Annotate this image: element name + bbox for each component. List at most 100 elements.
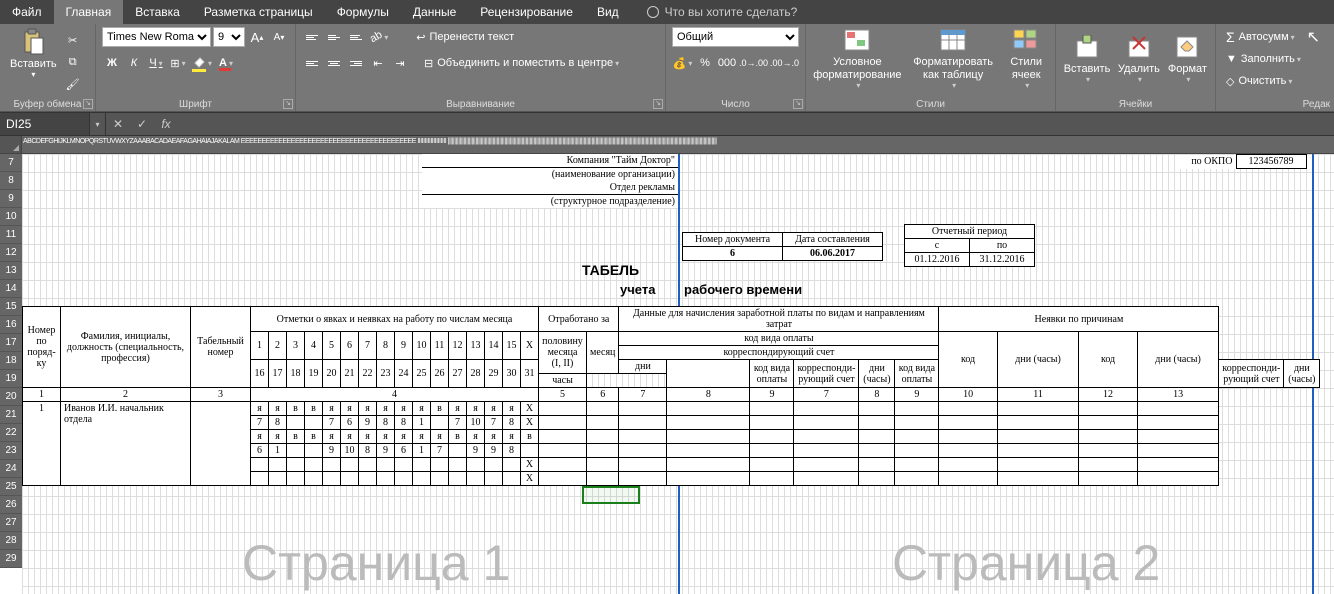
clipboard-dialog-launcher[interactable]: ↘ <box>83 99 93 109</box>
menu-tab-data[interactable]: Данные <box>401 0 468 24</box>
bold-button[interactable]: Ж <box>102 53 122 73</box>
worksheet[interactable]: 7891011121314151617181920212223242526272… <box>0 154 1334 594</box>
fill-color-button[interactable] <box>190 53 214 73</box>
fx-button[interactable]: fx <box>154 113 178 135</box>
increase-indent-button[interactable]: ⇥ <box>390 53 410 73</box>
row-header[interactable]: 7 <box>0 154 22 172</box>
decrease-decimal-button[interactable]: .00→.0 <box>770 53 799 73</box>
row-header[interactable]: 20 <box>0 388 22 406</box>
row-header[interactable]: 25 <box>0 478 22 496</box>
font-color-button[interactable]: A <box>216 53 236 73</box>
align-top-button[interactable] <box>302 27 322 47</box>
row-header[interactable]: 23 <box>0 442 22 460</box>
cell-styles-button[interactable]: Стили ячеек <box>1003 24 1049 91</box>
row-header[interactable]: 17 <box>0 334 22 352</box>
table-cell: 1 <box>413 416 431 430</box>
format-cells-button[interactable]: Формат <box>1166 31 1209 86</box>
enter-formula-button[interactable]: ✓ <box>130 113 154 135</box>
table-cell <box>667 402 750 416</box>
row-header[interactable]: 22 <box>0 424 22 442</box>
format-painter-button[interactable]: 🖌 <box>63 74 83 94</box>
row-header[interactable]: 15 <box>0 298 22 316</box>
formula-input[interactable] <box>178 113 1334 135</box>
tell-me-search[interactable]: Что вы хотите сделать? <box>631 0 798 24</box>
conditional-formatting-button[interactable]: Условное форматирование <box>812 24 903 91</box>
row-header[interactable]: 24 <box>0 460 22 478</box>
cut-button[interactable]: ✂ <box>63 30 83 50</box>
font-dialog-launcher[interactable]: ↘ <box>283 99 293 109</box>
table-cell <box>449 444 467 458</box>
font-name-select[interactable]: Times New Roma <box>102 27 211 47</box>
row-header[interactable]: 21 <box>0 406 22 424</box>
row-header[interactable]: 27 <box>0 514 22 532</box>
paste-button[interactable]: Вставить ▾ <box>6 26 61 81</box>
menu-tab-formulas[interactable]: Формулы <box>325 0 401 24</box>
row-header[interactable]: 16 <box>0 316 22 334</box>
orientation-icon: ab <box>368 29 385 46</box>
table-cell <box>359 472 377 486</box>
name-box-dropdown[interactable]: ▾ <box>90 113 106 135</box>
decrease-indent-button[interactable]: ⇤ <box>368 53 388 73</box>
insert-cells-icon <box>1073 33 1101 61</box>
row-header[interactable]: 26 <box>0 496 22 514</box>
autosum-button[interactable]: ΣАвтосумм <box>1222 27 1299 47</box>
menu-tab-layout[interactable]: Разметка страницы <box>192 0 325 24</box>
wrap-text-button[interactable]: ↩ Перенести текст <box>410 27 520 47</box>
orientation-button[interactable]: ab <box>368 27 390 47</box>
table-cell: 8 <box>859 388 895 402</box>
period-from-header: с <box>905 239 970 253</box>
row-header[interactable]: 29 <box>0 550 22 568</box>
row-header[interactable]: 11 <box>0 226 22 244</box>
borders-button[interactable]: ⊞ <box>168 53 188 73</box>
italic-button[interactable]: К <box>124 53 144 73</box>
font-size-select[interactable]: 9 <box>213 27 245 47</box>
number-format-select[interactable]: Общий <box>672 27 799 47</box>
table-cell <box>305 444 323 458</box>
row-header[interactable]: 13 <box>0 262 22 280</box>
align-right-button[interactable] <box>346 53 366 73</box>
increase-font-button[interactable]: A▴ <box>247 27 267 47</box>
percent-button[interactable]: % <box>695 53 715 73</box>
alignment-dialog-launcher[interactable]: ↘ <box>653 99 663 109</box>
name-box[interactable]: DI25 <box>0 113 90 135</box>
row-header[interactable]: 10 <box>0 208 22 226</box>
copy-button[interactable]: ⧉ <box>63 52 83 72</box>
delete-cells-button[interactable]: Удалить <box>1116 31 1162 86</box>
cancel-formula-button[interactable]: ✕ <box>106 113 130 135</box>
table-cell <box>539 458 587 472</box>
column-headers[interactable]: ABCDEFGHIJKLMNOPQRSTUVWXYZAAABACADAEAFAG… <box>0 136 1334 154</box>
insert-cells-button[interactable]: Вставить <box>1062 31 1112 86</box>
underline-button[interactable]: Ч <box>146 53 166 73</box>
row-header[interactable]: 19 <box>0 370 22 388</box>
fill-button[interactable]: ▼Заполнить <box>1222 49 1305 69</box>
increase-decimal-button[interactable]: .0→.00 <box>739 53 768 73</box>
menu-tab-file[interactable]: Файл <box>0 0 54 24</box>
row-header[interactable]: 9 <box>0 190 22 208</box>
wrap-label: Перенести текст <box>429 31 514 43</box>
clear-button[interactable]: ◇Очистить <box>1222 71 1296 91</box>
row-headers[interactable]: 7891011121314151617181920212223242526272… <box>0 154 22 568</box>
align-center-button[interactable] <box>324 53 344 73</box>
menu-tab-view[interactable]: Вид <box>585 0 631 24</box>
accounting-format-button[interactable]: 💰 <box>672 53 693 73</box>
table-cell <box>359 458 377 472</box>
decrease-font-button[interactable]: A▾ <box>269 27 289 47</box>
menu-tab-review[interactable]: Рецензирование <box>468 0 585 24</box>
number-dialog-launcher[interactable]: ↘ <box>793 99 803 109</box>
select-all-button[interactable] <box>0 136 22 153</box>
row-header[interactable]: 14 <box>0 280 22 298</box>
comma-style-button[interactable]: 000 <box>717 53 737 73</box>
table-cell <box>1079 416 1137 430</box>
row-header[interactable]: 8 <box>0 172 22 190</box>
row-header[interactable]: 12 <box>0 244 22 262</box>
merge-center-button[interactable]: ⊟ Объединить и поместить в центре <box>418 53 625 73</box>
align-bottom-button[interactable] <box>346 27 366 47</box>
table-cell: я <box>395 402 413 416</box>
menu-tab-home[interactable]: Главная <box>54 0 124 24</box>
format-as-table-button[interactable]: Форматировать как таблицу <box>907 24 1000 91</box>
menu-tab-insert[interactable]: Вставка <box>123 0 192 24</box>
row-header[interactable]: 28 <box>0 532 22 550</box>
row-header[interactable]: 18 <box>0 352 22 370</box>
align-middle-button[interactable] <box>324 27 344 47</box>
align-left-button[interactable] <box>302 53 322 73</box>
